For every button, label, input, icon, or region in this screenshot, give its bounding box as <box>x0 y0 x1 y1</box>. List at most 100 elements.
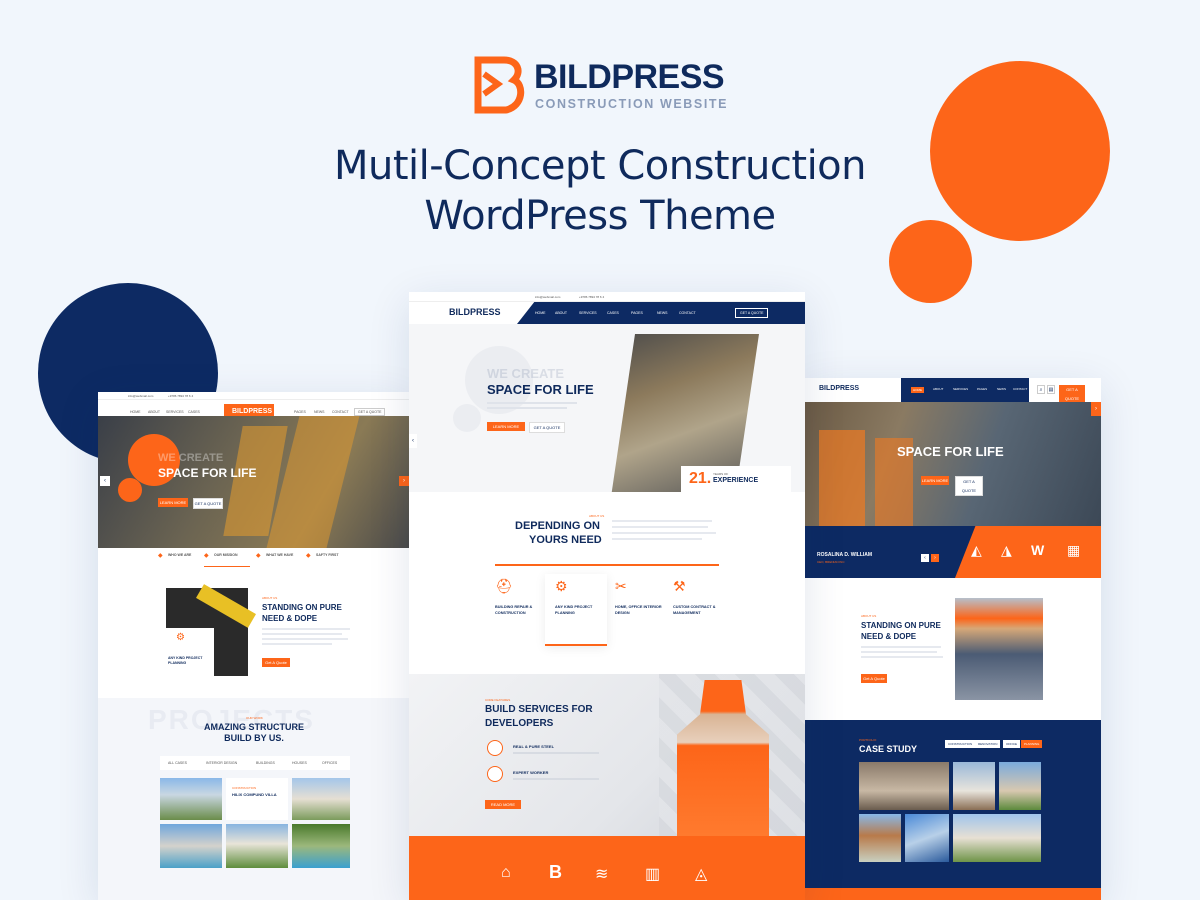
about-card: ⚙ ANY KIND PROJECT PLANNING <box>166 628 214 676</box>
planning-icon: ⚙ <box>176 632 185 643</box>
about-title-1: STANDING ON PURE <box>262 603 342 612</box>
testimonial-strip: ROSALINA D. WILLIAM CEO, BRENIAN INC ‹ ›… <box>805 526 1101 578</box>
project-card[interactable]: CONSTRUCTION HILIX COMPUND VILLA <box>226 778 288 820</box>
client-logos-band: ⌂ B ≋ ▥ ◬ <box>409 836 805 900</box>
prev-icon[interactable]: ‹ <box>921 554 929 562</box>
slider-prev-icon[interactable]: ‹ <box>409 434 417 448</box>
nav-about[interactable]: ABOUT <box>148 410 160 414</box>
nav-news[interactable]: NEWS <box>997 387 1006 391</box>
case-filter-planning[interactable]: PLANNING <box>1021 740 1043 748</box>
nav-cases[interactable]: CASES <box>188 410 200 414</box>
hero-quote-button[interactable]: GET A QUOTE <box>955 476 983 496</box>
nav-services[interactable]: SERVICES <box>953 387 968 391</box>
service-card-active[interactable]: ⚙ ANY KIND PROJECT PLANNING <box>545 574 607 646</box>
quote-button[interactable]: GET A QUOTE <box>735 308 769 318</box>
filter-houses[interactable]: HOUSES <box>292 761 307 765</box>
experience-badge: 21. YEARS OF EXPERIENCE <box>681 466 791 492</box>
nav-services[interactable]: SERVICES <box>579 311 597 315</box>
case-filter-construction[interactable]: CONSTRUCTION <box>945 740 976 748</box>
projects-tag: OUR WORK <box>246 716 263 720</box>
quote-button[interactable]: GET A QUOTE <box>1059 385 1085 403</box>
center-mockup: info@webmail.com +9786 7894 78 6 4 BILDP… <box>409 292 805 900</box>
case-image[interactable] <box>953 762 995 810</box>
nav-about[interactable]: ABOUT <box>555 311 567 315</box>
case-image[interactable] <box>953 814 1041 862</box>
case-image[interactable] <box>859 814 901 862</box>
service-card[interactable]: ⚒ CUSTOM CONTRACT & MANAGEMENT <box>667 574 725 646</box>
nav-contact[interactable]: CONTACT <box>679 311 696 315</box>
slider-next-icon[interactable]: › <box>1091 402 1101 416</box>
project-image[interactable] <box>292 824 350 868</box>
nav-services[interactable]: SERVICES <box>166 410 184 414</box>
nav-contact[interactable]: CONTACT <box>332 410 349 414</box>
nav-pages[interactable]: PAGES <box>631 311 643 315</box>
nav-contact[interactable]: CONTACT <box>1013 387 1027 391</box>
testimonial-role: CEO, BRENIAN INC <box>817 560 845 564</box>
case-filter-renovation[interactable]: RENOVATION <box>975 740 1001 748</box>
projects-title-2: BUILD BY US. <box>224 733 284 743</box>
read-more-button[interactable]: READ MORE <box>485 800 521 809</box>
worker-icon <box>487 766 503 782</box>
case-filter-office[interactable]: OFFICE <box>1003 740 1020 748</box>
service-card[interactable]: ✂ HOME, OFFICE INTERIOR DESIGN <box>609 574 667 646</box>
client-logo-icon: W <box>1031 542 1045 558</box>
hero-learn-more-button[interactable]: LEARN MORE <box>921 476 949 485</box>
right-logo: BILDPRESS <box>819 385 860 392</box>
left-features: ◆ WHO WE ARE ◆ OUR MISSION ◆ WHAT WE HAV… <box>98 548 410 570</box>
projects-filter-bar: ALL CASES INTERIOR DESIGN BUILDINGS HOUS… <box>160 756 350 770</box>
service-card[interactable]: ⛑ BUILDING REPAIR & CONSTRUCTION <box>489 574 547 646</box>
slider-prev-icon[interactable]: ‹ <box>100 476 110 486</box>
case-image[interactable] <box>905 814 949 862</box>
nav-pages[interactable]: PAGES <box>977 387 987 391</box>
left-projects: PROJECTS OUR WORK AMAZING STRUCTURE BUIL… <box>98 698 410 900</box>
hero-title: SPACE FOR LIFE <box>487 382 594 397</box>
headline-line-2: WordPress Theme <box>424 193 776 239</box>
project-image[interactable] <box>160 824 222 868</box>
cart-icon[interactable]: ▤ <box>1047 385 1055 394</box>
brand-tagline: CONSTRUCTION WEBSITE <box>535 97 729 111</box>
topbar-email: info@webmail.com <box>535 295 561 299</box>
nav-pages[interactable]: PAGES <box>294 410 306 414</box>
about-title-2: NEED & DOPE <box>861 632 917 641</box>
nav-about[interactable]: ABOUT <box>933 387 943 391</box>
quote-button[interactable]: GET A QUOTE <box>354 408 386 416</box>
slider-next-icon[interactable]: › <box>399 476 409 486</box>
next-icon[interactable]: › <box>931 554 939 562</box>
nav-home[interactable]: HOME <box>535 311 546 315</box>
about-tag: ABOUT US <box>861 614 877 618</box>
case-image[interactable] <box>999 762 1041 810</box>
project-image[interactable] <box>160 778 222 820</box>
hero-quote-button[interactable]: GET A QUOTE <box>529 422 565 433</box>
right-mockup: BILDPRESS HOME ABOUT SERVICES PAGES NEWS… <box>805 378 1101 900</box>
topbar-phone: +9786 7894 78 6 4 <box>168 394 194 398</box>
about-title-2: NEED & DOPE <box>262 614 318 623</box>
nav-home[interactable]: HOME <box>130 410 141 414</box>
nav-home[interactable]: HOME <box>911 387 924 393</box>
about-title-1: DEPENDING ON <box>515 520 600 532</box>
hero-quote-button[interactable]: GET A QUOTE <box>193 498 223 509</box>
saw-icon: ⚙ <box>555 578 568 594</box>
hero-learn-more-button[interactable]: LEARN MORE <box>487 422 525 431</box>
brand-logo: BILDPRESS CONSTRUCTION WEBSITE <box>474 56 734 116</box>
filter-interior[interactable]: INTERIOR DESIGN <box>206 761 237 765</box>
about-quote-button[interactable]: Get A Quote <box>861 674 887 683</box>
drill-icon: ⚒ <box>673 578 686 594</box>
nav-cases[interactable]: CASES <box>607 311 619 315</box>
about-quote-button[interactable]: Get A Quote <box>262 658 290 667</box>
nav-news[interactable]: NEWS <box>657 311 668 315</box>
feature-who-we-are: WHO WE ARE <box>168 553 192 557</box>
case-image[interactable] <box>859 762 949 810</box>
nav-news[interactable]: NEWS <box>314 410 325 414</box>
hero-learn-more-button[interactable]: LEARN MORE <box>158 498 188 507</box>
client-logo-icon: ◮ <box>1001 542 1012 558</box>
steel-icon <box>487 740 503 756</box>
project-image[interactable] <box>292 778 350 820</box>
search-icon[interactable]: ⌕ <box>1037 385 1045 394</box>
project-image[interactable] <box>226 824 288 868</box>
filter-all-cases[interactable]: ALL CASES <box>168 761 187 765</box>
filter-buildings[interactable]: BUILDINGS <box>256 761 275 765</box>
hero-ghost: WE CREATE <box>158 452 224 464</box>
filter-offices[interactable]: OFFICES <box>322 761 337 765</box>
client-logo-icon: ≋ <box>595 866 609 883</box>
build-tag: CORE FEATURES <box>485 698 511 702</box>
